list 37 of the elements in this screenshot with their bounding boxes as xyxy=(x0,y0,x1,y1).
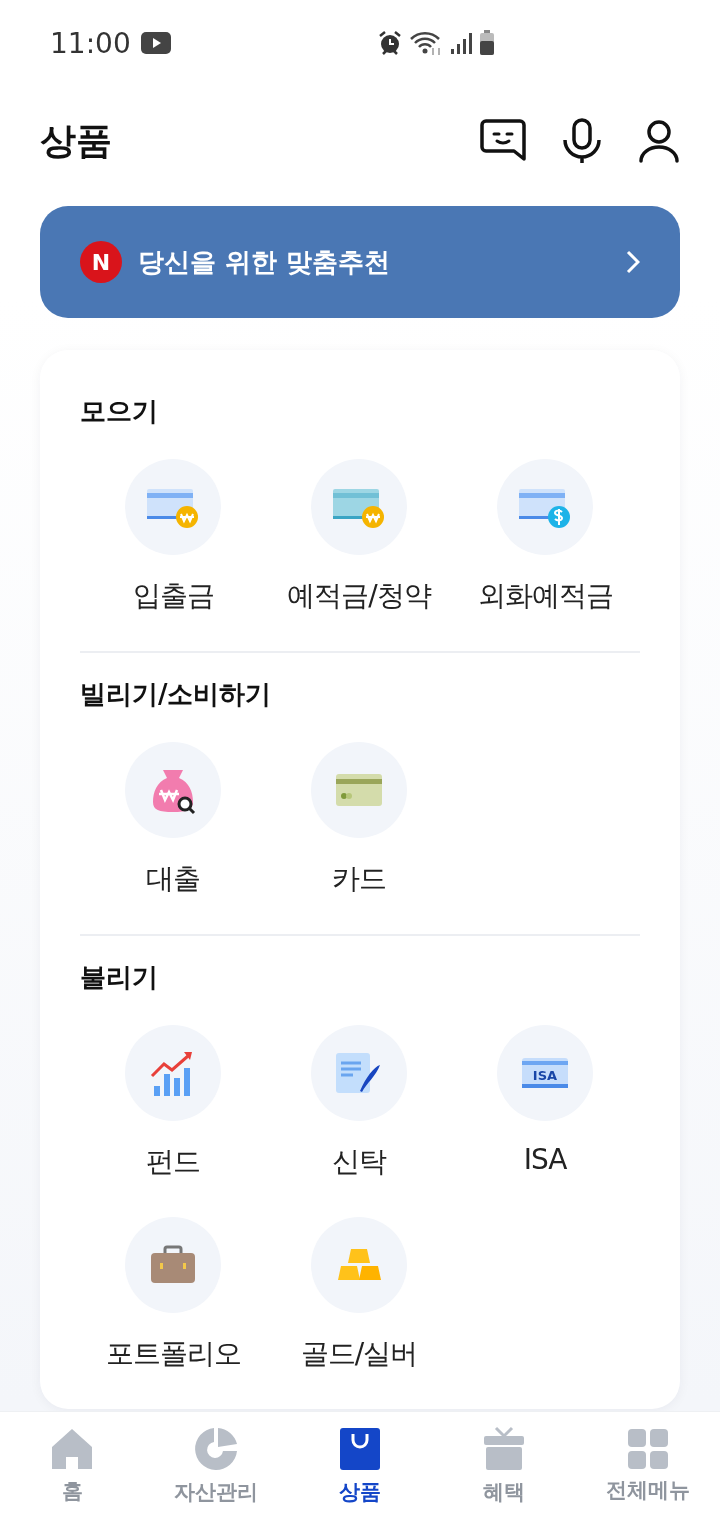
chat-icon[interactable] xyxy=(480,119,526,163)
home-icon xyxy=(50,1427,94,1471)
microphone-icon[interactable] xyxy=(562,118,602,164)
product-label[interactable]: 골드/실버 xyxy=(300,1335,418,1373)
shopping-bag-icon xyxy=(338,1426,382,1472)
new-badge: N xyxy=(80,241,122,283)
profile-icon[interactable] xyxy=(638,119,680,163)
product-label[interactable]: 포트폴리오 xyxy=(105,1335,241,1373)
banner-text: 당신을 위한 맞춤추천 xyxy=(138,245,392,279)
pie-chart-icon xyxy=(193,1426,239,1472)
product-label[interactable]: 카드 xyxy=(332,860,386,898)
battery-icon xyxy=(478,30,495,56)
nav-tab[interactable]: 상품 xyxy=(288,1412,432,1520)
product-label[interactable]: 예적금/청약 xyxy=(287,577,431,615)
section-title: 빌리기/소비하기 xyxy=(80,678,273,711)
product-label[interactable]: 외화예적금 xyxy=(477,577,613,615)
ingot-stack-icon xyxy=(335,1247,383,1283)
page-title: 상품 xyxy=(40,118,113,163)
card-icon xyxy=(334,772,384,808)
product-label[interactable]: 대출 xyxy=(146,860,200,898)
grid-menu-icon xyxy=(627,1428,669,1470)
section-title: 불리기 xyxy=(80,961,159,994)
product-label[interactable]: 신탁 xyxy=(332,1143,386,1181)
status-time: 11:00 xyxy=(50,26,131,60)
wifi-icon xyxy=(408,30,443,56)
briefcase-icon xyxy=(149,1245,197,1285)
gift-icon xyxy=(482,1426,526,1472)
product-label[interactable]: 펀드 xyxy=(146,1143,200,1181)
product-icon-button[interactable]: ISA xyxy=(497,1025,593,1121)
video-play-icon xyxy=(140,32,171,54)
isa-card-icon: ISA xyxy=(520,1056,570,1090)
recommendation-banner[interactable]: N 당신을 위한 맞춤추천 xyxy=(40,206,680,318)
section-title: 모으기 xyxy=(80,395,159,428)
chevron-right-icon xyxy=(626,250,640,274)
signal-icon xyxy=(448,31,473,55)
product-label[interactable]: 입출금 xyxy=(132,577,214,615)
product-label[interactable]: ISA xyxy=(523,1143,567,1176)
